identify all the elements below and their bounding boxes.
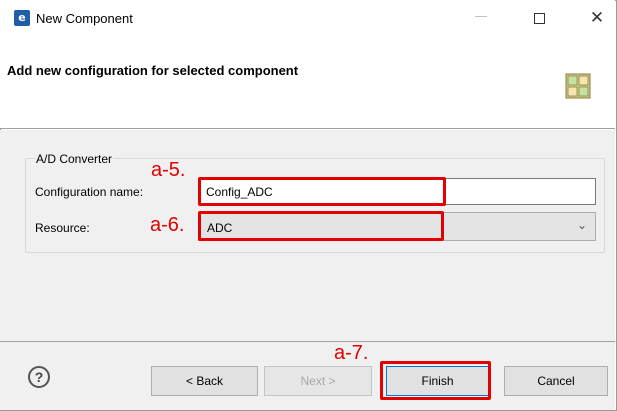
chevron-down-icon: ⌄: [576, 218, 587, 232]
dialog-header: [0, 37, 615, 129]
maximize-icon: [534, 13, 545, 24]
group-label: A/D Converter: [35, 152, 114, 166]
close-button[interactable]: ✕: [582, 7, 612, 29]
maximize-button[interactable]: [524, 7, 554, 29]
component-grid-icon: [565, 73, 591, 99]
configuration-name-label: Configuration name:: [35, 185, 144, 199]
callout-label-a5: a-5.: [151, 159, 186, 181]
next-button[interactable]: Next >: [264, 366, 372, 396]
resource-label: Resource:: [35, 221, 90, 235]
callout-box-a5: [198, 177, 446, 206]
back-button[interactable]: < Back: [151, 366, 258, 396]
callout-box-a6: [198, 211, 444, 241]
callout-label-a7: a-7.: [334, 342, 369, 364]
callout-label-a6: a-6.: [150, 214, 185, 236]
window-title: New Component: [36, 11, 133, 26]
cancel-button[interactable]: Cancel: [504, 366, 608, 396]
minimize-button[interactable]: —: [466, 7, 496, 29]
callout-box-a7: [380, 361, 491, 400]
renesas-app-icon: e: [14, 10, 30, 26]
help-button[interactable]: ?: [28, 366, 50, 388]
header-title: Add new configuration for selected compo…: [7, 63, 299, 78]
